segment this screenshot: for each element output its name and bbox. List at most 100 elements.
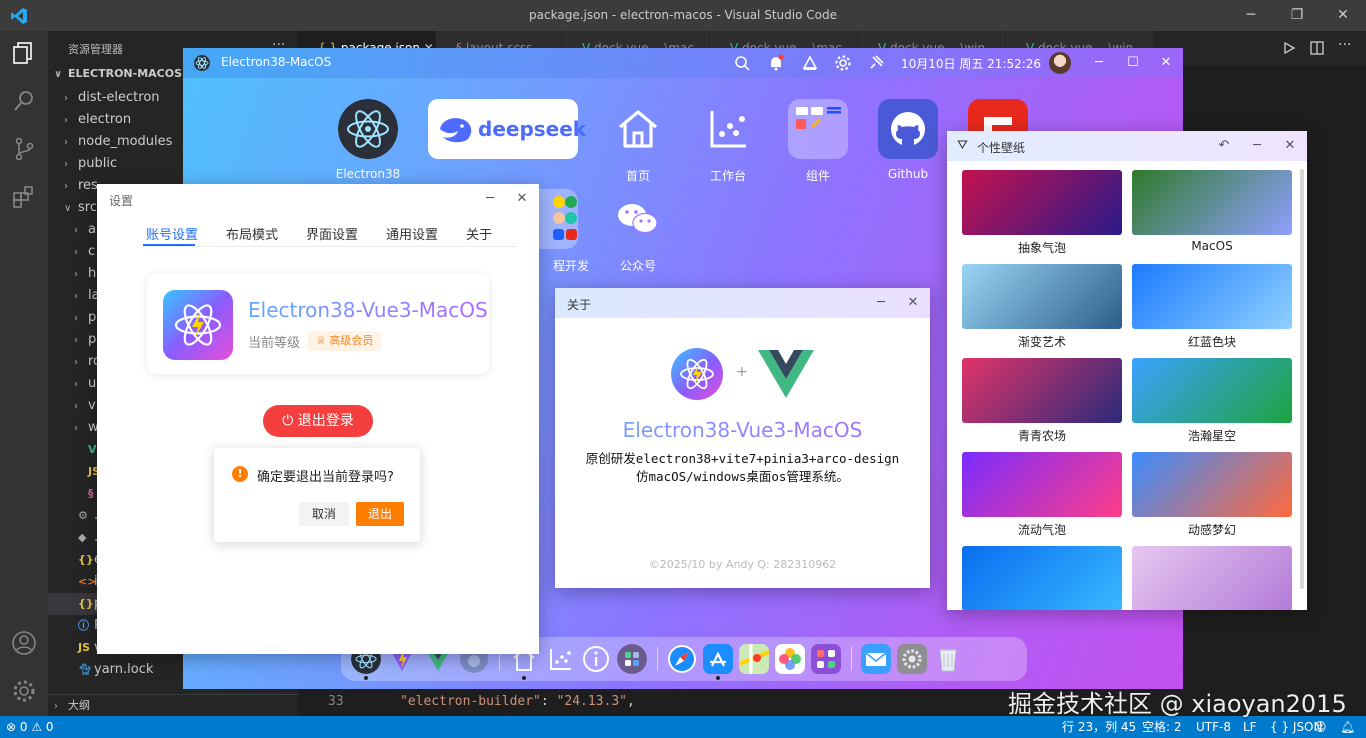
dock-info-icon[interactable] — [581, 644, 611, 674]
avatar[interactable] — [1049, 52, 1071, 74]
desk-minimize-icon[interactable]: ─ — [1089, 53, 1109, 73]
wallpaper-thumbnail[interactable] — [962, 452, 1122, 517]
wallpaper-close-icon[interactable]: ✕ — [1281, 137, 1299, 155]
wallpaper-label: 渐变艺术 — [1017, 335, 1066, 349]
tab-account-settings[interactable]: 账号设置 — [146, 224, 198, 243]
settings-close-icon[interactable]: ✕ — [513, 190, 531, 208]
wallpaper-thumbnail[interactable] — [1132, 358, 1292, 423]
tab-general-settings[interactable]: 通用设置 — [386, 224, 438, 243]
tab-layout-mode[interactable]: 布局模式 — [226, 224, 278, 243]
dock-workbench-icon[interactable] — [545, 644, 575, 674]
confirm-logout-button[interactable]: 退出 — [356, 502, 404, 526]
wallpaper-item[interactable]: 抽象气泡 — [962, 170, 1122, 256]
close-icon[interactable]: ✕ — [1320, 0, 1366, 31]
notification-bell-icon[interactable] — [767, 54, 785, 72]
dock-appstore-icon[interactable] — [703, 644, 733, 674]
wallpaper-thumbnail[interactable] — [962, 170, 1122, 235]
pin-icon[interactable] — [867, 54, 885, 72]
wallpaper-item[interactable]: 青青农场 — [962, 358, 1122, 444]
dock-photos-icon[interactable] — [775, 644, 805, 674]
eol-status[interactable]: LF — [1243, 716, 1257, 738]
profile-app-name: Electron38-Vue3-MacOS — [248, 298, 488, 322]
dock-settings-icon[interactable] — [897, 644, 927, 674]
wallpaper-window: ⛛ 个性壁纸 ↶ ─ ✕ 抽象气泡 MacOS 渐变艺术 红蓝色块 青青农场 浩瀚星空 流动… — [947, 131, 1307, 610]
search-icon[interactable] — [10, 87, 38, 115]
settings-tabs: 账号设置 布局模式 界面设置 通用设置 关于 — [97, 220, 539, 246]
electron-icon — [338, 99, 398, 159]
desktop-icon-github[interactable]: Github — [863, 99, 953, 181]
cursor-position[interactable]: 行 23，列 45 — [1062, 716, 1136, 738]
desktop-icon-wechat[interactable]: 公众号 — [593, 189, 683, 274]
wallpaper-item[interactable] — [962, 546, 1122, 610]
about-minimize-icon[interactable]: ─ — [872, 294, 890, 312]
indent-status[interactable]: 空格: 2 — [1142, 716, 1182, 738]
settings-gear-icon[interactable] — [10, 677, 38, 705]
wechat-icon — [618, 204, 658, 234]
desk-close-icon[interactable]: ✕ — [1156, 53, 1176, 73]
cancel-button[interactable]: 取消 — [299, 502, 349, 526]
desktop-icon-home[interactable]: 首页 — [593, 99, 683, 184]
encoding-status[interactable]: UTF-8 — [1196, 716, 1231, 738]
wallpaper-item[interactable]: MacOS — [1132, 170, 1292, 253]
tab-about[interactable]: 关于 — [466, 224, 492, 243]
wallpaper-thumbnail[interactable] — [962, 264, 1122, 329]
explorer-icon[interactable] — [10, 39, 38, 67]
wallpaper-item[interactable]: 动感梦幻 — [1132, 452, 1292, 538]
wallpaper-thumbnail[interactable] — [1132, 170, 1292, 235]
wallpaper-thumbnail[interactable] — [1132, 452, 1292, 517]
search-icon[interactable] — [733, 54, 751, 72]
feedback-icon[interactable]: ☺ — [1314, 716, 1327, 738]
outline-section[interactable]: › 大纲 — [48, 694, 298, 716]
desktop-icon-components[interactable]: 组件 — [773, 99, 863, 184]
dock-apps-icon[interactable] — [617, 644, 647, 674]
wallpaper-minimize-icon[interactable]: ─ — [1248, 137, 1266, 155]
run-icon[interactable] — [1282, 41, 1296, 55]
dock-launchpad-icon[interactable] — [811, 644, 841, 674]
problems-status[interactable]: ⊗ 0 ⚠ 0 — [6, 716, 54, 738]
logout-button[interactable]: ⏻ 退出登录 — [263, 405, 373, 437]
wallpaper-item[interactable]: 红蓝色块 — [1132, 264, 1292, 350]
desk-maximize-icon[interactable]: ☐ — [1123, 53, 1143, 73]
desktop-icon-workbench[interactable]: 工作台 — [683, 99, 773, 184]
wallpaper-item[interactable]: 流动气泡 — [962, 452, 1122, 538]
notifications-icon[interactable]: 🔔︎ — [1340, 716, 1355, 738]
wallpaper-scrollbar[interactable] — [1300, 169, 1304, 589]
wallpaper-label: 浩瀚星空 — [1187, 429, 1236, 443]
tab-interface-settings[interactable]: 界面设置 — [306, 224, 358, 243]
js-file-icon: JS — [78, 641, 91, 654]
wallpaper-thumbnail[interactable] — [1132, 264, 1292, 329]
source-control-icon[interactable] — [10, 135, 38, 163]
split-editor-icon[interactable] — [1310, 41, 1324, 55]
desktop-icon-deepseek[interactable]: deepseek — [428, 99, 586, 159]
wallpaper-item[interactable]: 渐变艺术 — [962, 264, 1122, 350]
desktop-icon-electron38[interactable]: Electron38 — [323, 99, 413, 181]
settings-minimize-icon[interactable]: ─ — [481, 190, 499, 208]
wallpaper-thumbnail[interactable] — [1132, 546, 1292, 610]
more-icon[interactable]: ··· — [1338, 37, 1351, 53]
workspace-root[interactable]: ∨ ELECTRON-MACOS — [54, 67, 182, 80]
wallpaper-back-icon[interactable]: ↶ — [1215, 137, 1233, 155]
extensions-icon[interactable] — [10, 183, 38, 211]
skin-icon[interactable] — [801, 54, 819, 72]
wallpaper-thumbnail[interactable] — [962, 546, 1122, 610]
dock-maps-icon[interactable] — [739, 644, 769, 674]
dock-trash-icon[interactable] — [933, 644, 963, 674]
about-close-icon[interactable]: ✕ — [904, 294, 922, 312]
wallpaper-thumbnail[interactable] — [962, 358, 1122, 423]
chevron-icon: › — [64, 93, 68, 104]
wallpaper-item[interactable] — [1132, 546, 1292, 610]
restore-icon[interactable]: ❐ — [1274, 0, 1320, 31]
minimize-icon[interactable]: ─ — [1228, 0, 1274, 31]
vip-badge: ♕ 高级会员 — [308, 331, 382, 351]
chevron-icon: › — [74, 269, 78, 280]
deepseek-whale-icon — [440, 118, 472, 143]
settings-icon[interactable] — [834, 54, 852, 72]
electron-logo-icon[interactable] — [193, 54, 211, 72]
github-icon — [878, 99, 938, 159]
settings-title: 设置 — [109, 194, 134, 208]
dock-mail-icon[interactable] — [861, 644, 891, 674]
level-label: 当前等级 — [248, 336, 301, 351]
account-icon[interactable] — [10, 629, 38, 657]
dock-safari-icon[interactable] — [667, 644, 697, 674]
wallpaper-item[interactable]: 浩瀚星空 — [1132, 358, 1292, 444]
